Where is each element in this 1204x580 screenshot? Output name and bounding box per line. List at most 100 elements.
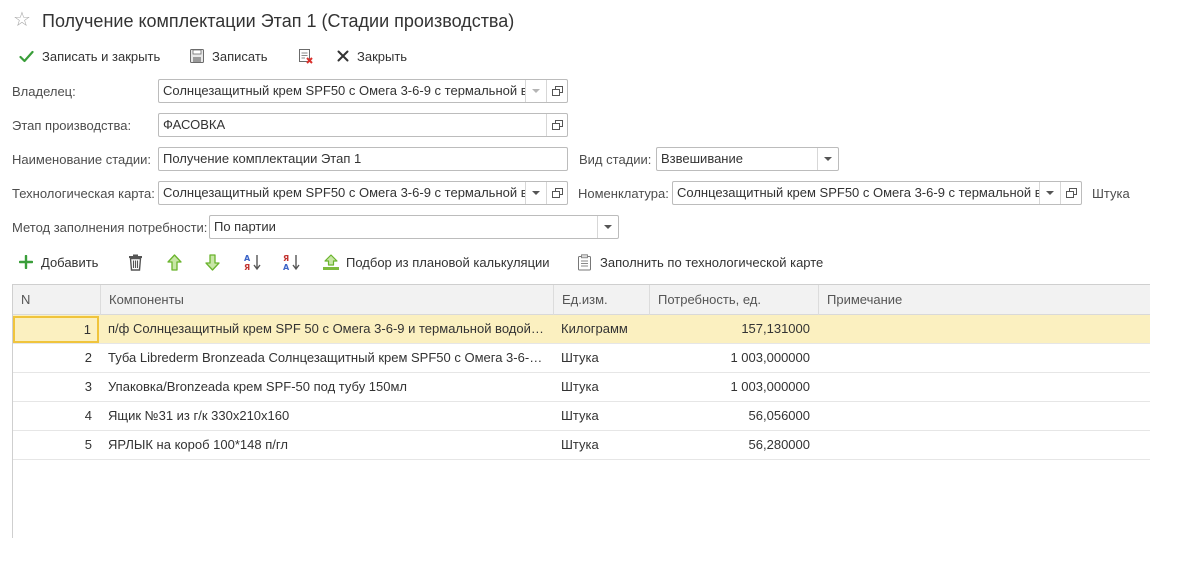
row-number: 2: [84, 350, 92, 365]
trash-icon: [129, 254, 142, 271]
favorite-star-icon[interactable]: ☆: [13, 9, 31, 31]
unit-of-measure: Штука: [1092, 186, 1130, 201]
save-and-close-button[interactable]: Записать и закрыть: [19, 45, 160, 67]
page-title: Получение комплектации Этап 1 (Стадии пр…: [42, 11, 515, 31]
move-down-button[interactable]: [205, 251, 220, 273]
row-number: 3: [84, 379, 92, 394]
note-value: [826, 402, 1146, 430]
need-value: 157,131000: [741, 321, 810, 336]
components-table[interactable]: N Компоненты Ед.изм. Потребность, ед. Пр…: [12, 284, 1150, 538]
owner-label: Владелец:: [12, 84, 76, 99]
svg-text:Я: Я: [244, 263, 250, 271]
stage-name-label: Наименование стадии:: [12, 152, 151, 167]
table-row[interactable]: 4 Ящик №31 из г/к 330х210х160 Штука 56,0…: [13, 402, 1150, 431]
component-name: ЯРЛЫК на короб 100*148 п/гл: [108, 437, 288, 452]
add-row-label: Добавить: [41, 254, 99, 270]
open-window-icon: [1065, 187, 1077, 198]
table-row[interactable]: 1 п/ф Солнцезащитный крем SPF 50 с Омега…: [13, 315, 1150, 344]
component-name: п/ф Солнцезащитный крем SPF 50 с Омега 3…: [108, 321, 545, 336]
tech-card-open-button[interactable]: [546, 182, 567, 204]
stage-kind-value: Взвешивание: [661, 151, 743, 166]
row-number: 5: [84, 437, 92, 452]
checkmark-icon: [19, 50, 34, 62]
stage-kind-select[interactable]: Взвешивание: [656, 147, 839, 171]
need-value: 56,056000: [748, 408, 810, 423]
svg-text:A: A: [283, 263, 290, 271]
table-row[interactable]: 3 Упаковка/Bronzeada крем SPF-50 под туб…: [13, 373, 1150, 402]
unit-name: Штука: [561, 379, 599, 394]
arrow-down-icon: [205, 253, 220, 271]
table-row[interactable]: 5 ЯРЛЫК на короб 100*148 п/гл Штука 56,2…: [13, 431, 1150, 460]
unit-name: Штука: [561, 408, 599, 423]
pick-from-plan-label: Подбор из плановой калькуляции: [346, 254, 550, 270]
open-window-icon: [551, 119, 563, 130]
note-value: [826, 431, 1146, 459]
floppy-disk-icon: [190, 49, 204, 63]
need-value: 56,280000: [748, 437, 810, 452]
nomenclature-dropdown-button[interactable]: [1039, 182, 1060, 204]
fill-method-dropdown-button[interactable]: [597, 216, 618, 238]
note-value: [826, 315, 1146, 343]
stage-name-input[interactable]: Получение комплектации Этап 1: [158, 147, 568, 171]
upload-arrow-icon: [323, 253, 339, 270]
document-delete-icon: [299, 49, 313, 64]
sort-ascending-icon: A Я: [244, 254, 261, 271]
table-row[interactable]: 2 Туба Librederm Bronzeada Солнцезащитны…: [13, 344, 1150, 373]
owner-open-button[interactable]: [546, 80, 567, 102]
production-stage-open-button[interactable]: [546, 114, 567, 136]
owner-value: Солнцезащитный крем SPF50 с Омега 3-6-9 …: [163, 83, 525, 98]
fill-from-tech-card-button[interactable]: Заполнить по технологической карте: [577, 251, 823, 273]
sort-descending-icon: Я A: [283, 254, 300, 271]
save-label: Записать: [212, 48, 268, 64]
owner-field[interactable]: Солнцезащитный крем SPF50 с Омега 3-6-9 …: [158, 79, 568, 103]
save-button[interactable]: Записать: [190, 45, 268, 67]
owner-dropdown-button[interactable]: [525, 80, 546, 102]
fill-method-value: По партии: [214, 219, 276, 234]
close-icon: [337, 50, 349, 62]
column-header-n[interactable]: N: [13, 285, 100, 315]
delete-row-button[interactable]: [128, 251, 143, 273]
stage-kind-dropdown-button[interactable]: [817, 148, 838, 170]
fill-from-tech-card-label: Заполнить по технологической карте: [600, 254, 824, 270]
svg-text:A: A: [244, 254, 251, 263]
save-and-close-label: Записать и закрыть: [42, 48, 161, 64]
production-stage-value: ФАСОВКА: [163, 117, 226, 132]
unit-name: Штука: [561, 350, 599, 365]
arrow-up-icon: [167, 253, 182, 271]
sort-ascending-button[interactable]: A Я: [244, 251, 264, 273]
production-stage-field[interactable]: ФАСОВКА: [158, 113, 568, 137]
close-button[interactable]: Закрыть: [337, 45, 407, 67]
open-window-icon: [551, 85, 563, 96]
tech-card-field[interactable]: Солнцезащитный крем SPF50 с Омега 3-6-9 …: [158, 181, 568, 205]
move-up-button[interactable]: [167, 251, 182, 273]
column-header-components[interactable]: Компоненты: [100, 285, 553, 315]
nomenclature-field[interactable]: Солнцезащитный крем SPF50 с Омега 3-6-9 …: [672, 181, 1082, 205]
sort-descending-button[interactable]: Я A: [283, 251, 303, 273]
component-name: Туба Librederm Bronzeada Солнцезащитный …: [108, 350, 545, 365]
note-value: [826, 344, 1146, 372]
open-window-icon: [551, 187, 563, 198]
stage-kind-label: Вид стадии:: [579, 152, 652, 167]
close-label: Закрыть: [357, 48, 408, 64]
nomenclature-open-button[interactable]: [1060, 182, 1081, 204]
column-header-need[interactable]: Потребность, ед.: [649, 285, 818, 315]
component-name: Упаковка/Bronzeada крем SPF-50 под тубу …: [108, 379, 408, 394]
tech-card-label: Технологическая карта:: [12, 186, 155, 201]
stage-name-value: Получение комплектации Этап 1: [163, 151, 362, 166]
need-value: 1 003,000000: [730, 379, 810, 394]
add-row-button[interactable]: Добавить: [19, 251, 98, 273]
pick-from-plan-button[interactable]: Подбор из плановой калькуляции: [322, 251, 550, 273]
tech-card-dropdown-button[interactable]: [525, 182, 546, 204]
svg-text:Я: Я: [283, 254, 289, 263]
unit-name: Килограмм: [561, 321, 628, 336]
column-header-note[interactable]: Примечание: [818, 285, 1150, 315]
fill-method-label: Метод заполнения потребности:: [12, 220, 208, 235]
delete-mark-button[interactable]: [298, 45, 322, 67]
column-header-unit[interactable]: Ед.изм.: [553, 285, 649, 315]
unit-name: Штука: [561, 437, 599, 452]
plus-icon: [19, 255, 33, 269]
table-header: N Компоненты Ед.изм. Потребность, ед. Пр…: [13, 285, 1150, 315]
clipboard-list-icon: [578, 253, 591, 270]
production-stage-label: Этап производства:: [12, 118, 132, 133]
fill-method-select[interactable]: По партии: [209, 215, 619, 239]
